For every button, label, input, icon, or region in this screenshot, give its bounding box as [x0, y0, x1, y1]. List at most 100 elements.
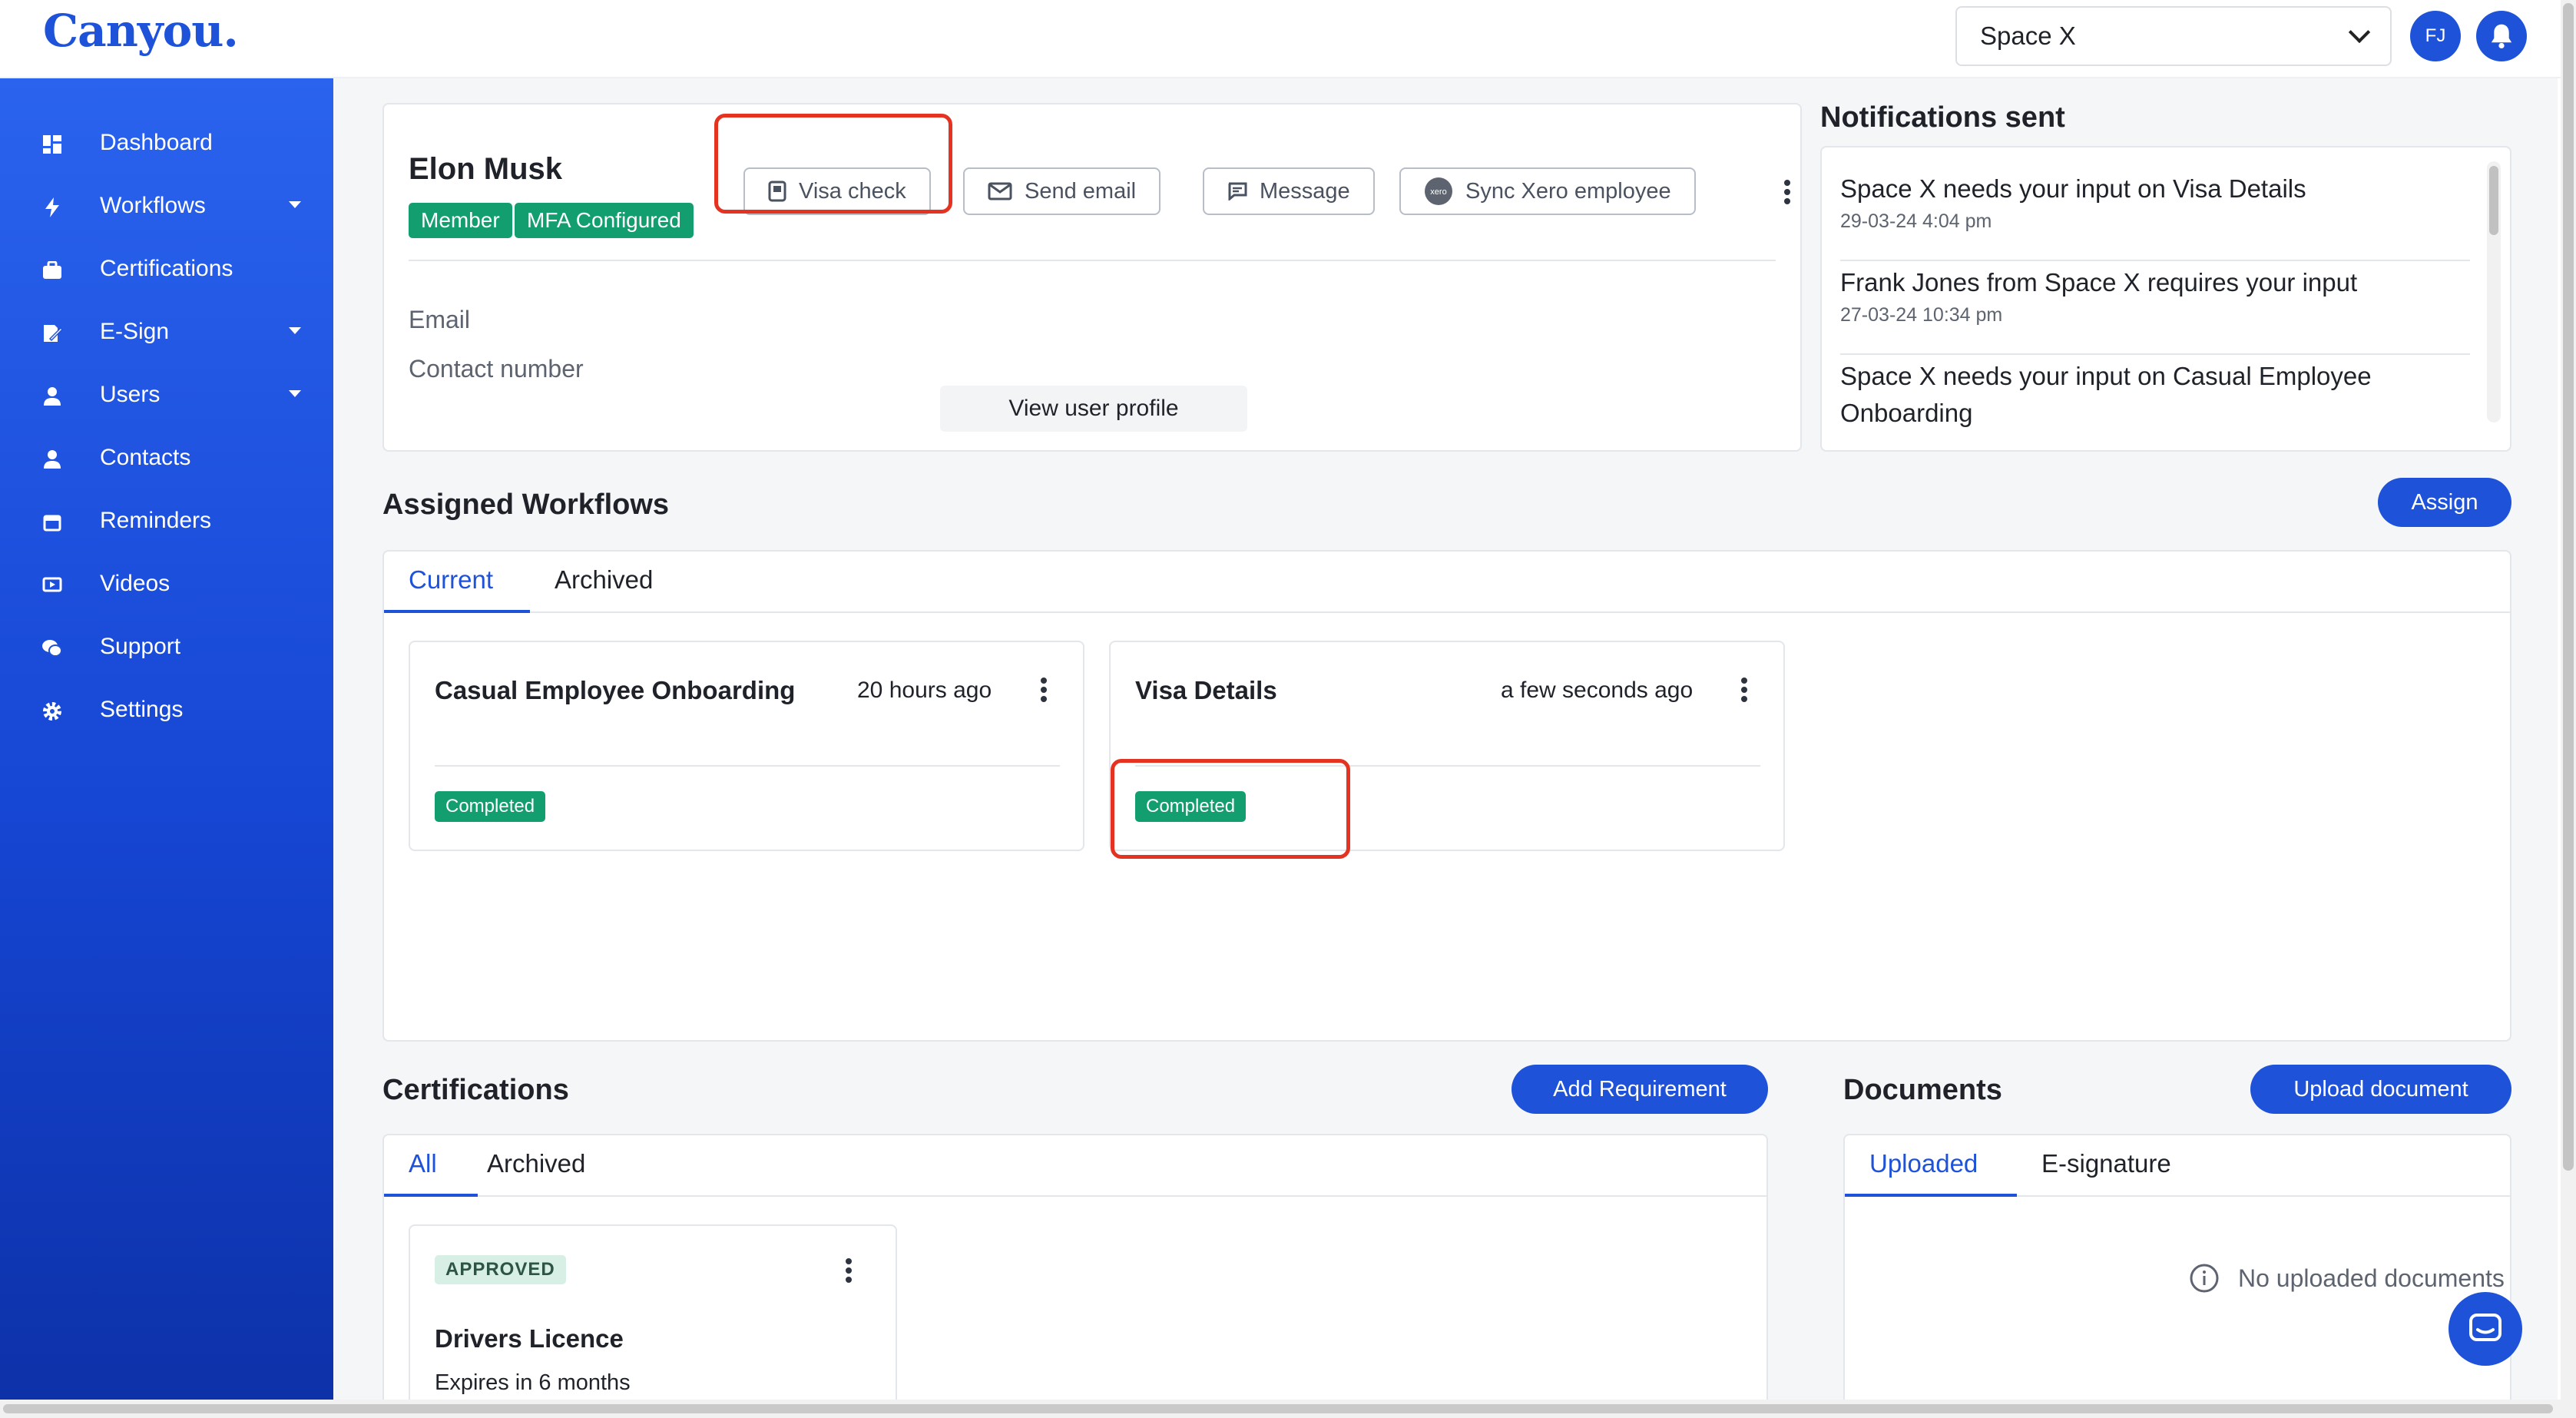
- sidebar-item-settings[interactable]: Settings: [0, 687, 333, 733]
- top-bar: Canyou. Space X FJ: [0, 0, 2576, 78]
- sidebar-item-label: Dashboard: [100, 130, 213, 155]
- sidebar-item-reminders[interactable]: Reminders: [0, 498, 333, 544]
- sidebar-item-contacts[interactable]: Contacts: [0, 435, 333, 481]
- notifications-title: Notifications sent: [1820, 101, 2065, 134]
- sync-xero-label: Sync Xero employee: [1465, 178, 1671, 204]
- notification-text: Space X needs your input on Casual Emplo…: [1840, 362, 2372, 427]
- tab-esignature[interactable]: E-signature: [2041, 1149, 2171, 1178]
- sidebar-item-label: Workflows: [100, 193, 206, 218]
- dot: [1741, 678, 1747, 684]
- workflow-time: a few seconds ago: [1501, 678, 1694, 703]
- sidebar-item-videos[interactable]: Videos: [0, 561, 333, 607]
- send-email-label: Send email: [1025, 178, 1137, 204]
- assign-button[interactable]: Assign: [2378, 478, 2511, 527]
- space-select[interactable]: Space X: [1955, 6, 2392, 66]
- upload-document-button[interactable]: Upload document: [2250, 1065, 2511, 1114]
- workflow-card[interactable]: Casual Employee Onboarding 20 hours ago …: [409, 641, 1084, 851]
- tab-archived[interactable]: Archived: [555, 565, 653, 595]
- sidebar-item-dashboard[interactable]: Dashboard: [0, 120, 333, 166]
- vertical-scrollbar-thumb[interactable]: [2563, 3, 2574, 1171]
- tab-uploaded[interactable]: Uploaded: [1869, 1149, 1978, 1178]
- tab-archived[interactable]: Archived: [487, 1149, 585, 1178]
- certification-more-menu[interactable]: [845, 1258, 853, 1283]
- user-icon: [41, 386, 63, 407]
- main-content: Elon Musk Member MFA Configured Visa che…: [333, 78, 2558, 1418]
- sync-xero-button[interactable]: xero Sync Xero employee: [1399, 167, 1696, 215]
- vertical-scrollbar[interactable]: [2561, 0, 2576, 1418]
- mail-icon: [988, 182, 1012, 200]
- notifications-scrollbar-thumb[interactable]: [2489, 166, 2498, 235]
- signature-icon: [41, 323, 63, 344]
- dot: [846, 1258, 852, 1264]
- sidebar-item-esign[interactable]: E-Sign: [0, 309, 333, 355]
- calendar-icon: [41, 512, 63, 533]
- notification-item[interactable]: Frank Jones from Space X requires your i…: [1840, 264, 2470, 326]
- mfa-badge: MFA Configured: [515, 203, 694, 238]
- approved-badge: APPROVED: [435, 1255, 566, 1284]
- member-badge: Member: [409, 203, 512, 238]
- video-icon: [41, 575, 63, 596]
- workflow-more-menu[interactable]: [1740, 678, 1748, 702]
- workflows-title: Assigned Workflows: [382, 489, 670, 521]
- caret-down-icon: [289, 201, 301, 208]
- sidebar-item-label: Reminders: [100, 508, 212, 533]
- certification-expiry: Expires in 6 months: [435, 1370, 631, 1395]
- message-label: Message: [1260, 178, 1350, 204]
- tab-bar-divider: [384, 1195, 1766, 1197]
- divider: [1840, 260, 2470, 261]
- message-button[interactable]: Message: [1203, 167, 1375, 215]
- xero-logo-icon: xero: [1425, 177, 1452, 205]
- bell-icon: [2491, 24, 2512, 49]
- notifications-list[interactable]: Space X needs your input on Visa Details…: [1820, 146, 2511, 452]
- send-email-button[interactable]: Send email: [963, 167, 1161, 215]
- workflows-panel: Current Archived Casual Employee Onboard…: [382, 550, 2511, 1042]
- gear-icon: [41, 701, 63, 722]
- tab-all[interactable]: All: [409, 1149, 437, 1178]
- add-requirement-button[interactable]: Add Requirement: [1511, 1065, 1768, 1114]
- sidebar-item-support[interactable]: Support: [0, 624, 333, 670]
- certifications-panel: All Archived APPROVED Drivers Licence Ex…: [382, 1134, 1768, 1418]
- divider: [1840, 353, 2470, 355]
- sidebar-item-label: Videos: [100, 571, 171, 596]
- empty-message: No uploaded documents: [2238, 1264, 2505, 1292]
- sidebar-item-certifications[interactable]: Certifications: [0, 246, 333, 292]
- notifications-scrollbar[interactable]: [2487, 161, 2501, 422]
- divider: [409, 260, 1776, 261]
- tab-current[interactable]: Current: [409, 565, 493, 595]
- dot: [1784, 189, 1790, 195]
- user-more-menu[interactable]: [1783, 180, 1791, 204]
- notification-text: Frank Jones from Space X requires your i…: [1840, 268, 2358, 297]
- dot: [1741, 696, 1747, 702]
- status-badge: Completed: [435, 791, 546, 822]
- certification-title: Drivers Licence: [435, 1324, 624, 1353]
- app-logo[interactable]: Canyou.: [43, 5, 239, 57]
- workflow-more-menu[interactable]: [1040, 678, 1048, 702]
- lightning-icon: [41, 197, 63, 218]
- horizontal-scrollbar-thumb[interactable]: [3, 1404, 2553, 1413]
- contact-icon: [41, 449, 63, 470]
- user-name: Elon Musk: [409, 152, 563, 186]
- notifications-button[interactable]: [2476, 11, 2527, 61]
- divider: [435, 765, 1060, 767]
- workflow-title: Visa Details: [1135, 676, 1277, 704]
- active-tab-indicator: [384, 610, 530, 613]
- dot: [1041, 696, 1047, 702]
- workflow-time: 20 hours ago: [857, 678, 992, 703]
- horizontal-scrollbar[interactable]: [0, 1400, 2576, 1418]
- sidebar-item-users[interactable]: Users: [0, 372, 333, 418]
- caret-down-icon: [289, 390, 301, 397]
- sidebar-item-workflows[interactable]: Workflows: [0, 183, 333, 229]
- documents-title: Documents: [1843, 1074, 2002, 1106]
- sidebar-item-label: E-Sign: [100, 319, 170, 344]
- view-user-profile-button[interactable]: View user profile: [940, 386, 1247, 432]
- chat-launcher-button[interactable]: [2449, 1292, 2522, 1366]
- dot: [1784, 198, 1790, 204]
- notification-item[interactable]: Space X needs your input on Visa Details…: [1840, 171, 2470, 233]
- dot: [1041, 687, 1047, 693]
- sidebar-item-label: Certifications: [100, 256, 233, 281]
- certification-card[interactable]: APPROVED Drivers Licence Expires in 6 mo…: [409, 1224, 897, 1418]
- sidebar-item-label: Users: [100, 382, 161, 407]
- dot: [846, 1277, 852, 1283]
- notification-item[interactable]: Space X needs your input on Casual Emplo…: [1840, 358, 2470, 432]
- user-avatar[interactable]: FJ: [2410, 11, 2461, 61]
